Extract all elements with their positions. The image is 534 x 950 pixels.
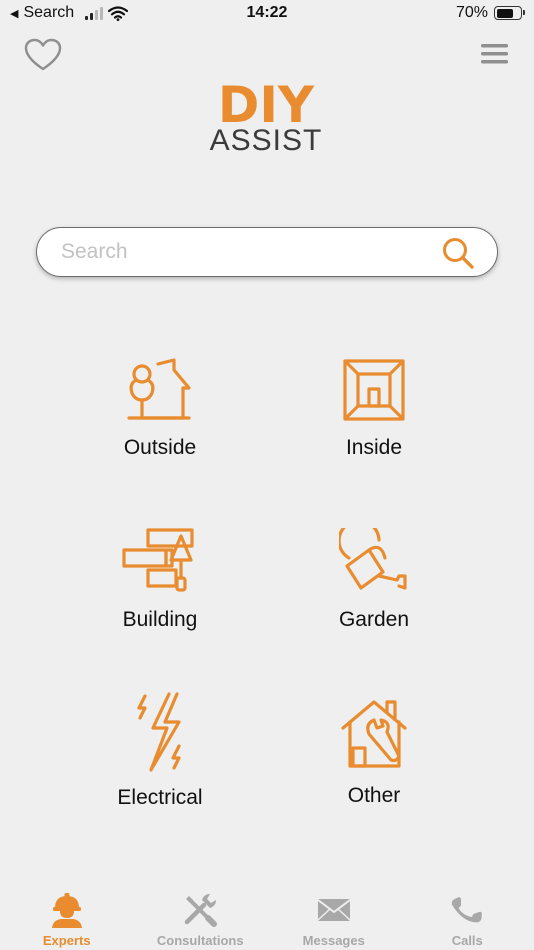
tab-consultations[interactable]: Consultations (134, 884, 268, 950)
tab-label: Experts (42, 933, 91, 948)
category-garden[interactable]: Garden (274, 528, 474, 678)
logo-subtitle: ASSIST (209, 124, 323, 157)
heart-icon (24, 38, 62, 71)
lightning-icon (137, 692, 181, 772)
house-tree-icon (127, 358, 191, 420)
battery-percent: 70% (455, 4, 488, 21)
category-inside[interactable]: Inside (274, 356, 474, 506)
tools-icon (185, 894, 218, 927)
category-other[interactable]: Other (274, 698, 474, 848)
status-time: 14:22 (246, 4, 288, 21)
logo-diy-mark: DIY (218, 80, 315, 126)
search-icon[interactable] (441, 236, 475, 270)
category-label: Inside (345, 436, 403, 459)
house-wrench-icon (341, 700, 407, 768)
room-icon (343, 359, 405, 421)
tab-calls[interactable]: Calls (401, 884, 534, 950)
tab-label: Messages (302, 933, 365, 948)
hamburger-icon (481, 44, 508, 64)
favorites-button[interactable] (24, 38, 62, 72)
tab-experts[interactable]: Experts (0, 884, 134, 950)
app-logo: DIY ASSIST (204, 80, 328, 160)
category-label: Electrical (117, 786, 203, 809)
menu-button[interactable] (480, 42, 510, 68)
app-screen: ◀ Search 14:22 70% DIY ASSIST Search Out… (0, 0, 534, 950)
category-outside[interactable]: Outside (60, 356, 260, 506)
category-label: Garden (338, 608, 410, 631)
tab-messages[interactable]: Messages (267, 884, 401, 950)
battery-status: 70% (455, 4, 525, 22)
category-electrical[interactable]: Electrical (60, 692, 260, 842)
category-label: Building (122, 608, 198, 631)
search-bar (36, 227, 498, 277)
bottom-tab-bar: Experts Consultations Messages Calls (0, 884, 534, 950)
battery-icon (494, 6, 525, 20)
category-building[interactable]: Building (60, 528, 260, 678)
search-input[interactable] (61, 238, 431, 266)
tab-label: Consultations (156, 933, 244, 948)
worker-icon (51, 893, 82, 928)
svg-text:DIY: DIY (218, 80, 315, 126)
category-label: Other (347, 784, 401, 807)
bricks-trowel-icon (122, 528, 194, 592)
watering-can-icon (339, 528, 407, 590)
phone-icon (451, 897, 483, 923)
tab-label: Calls (451, 933, 483, 948)
status-bar: ◀ Search 14:22 70% (0, 0, 534, 28)
envelope-icon (317, 899, 351, 921)
category-label: Outside (123, 436, 197, 459)
